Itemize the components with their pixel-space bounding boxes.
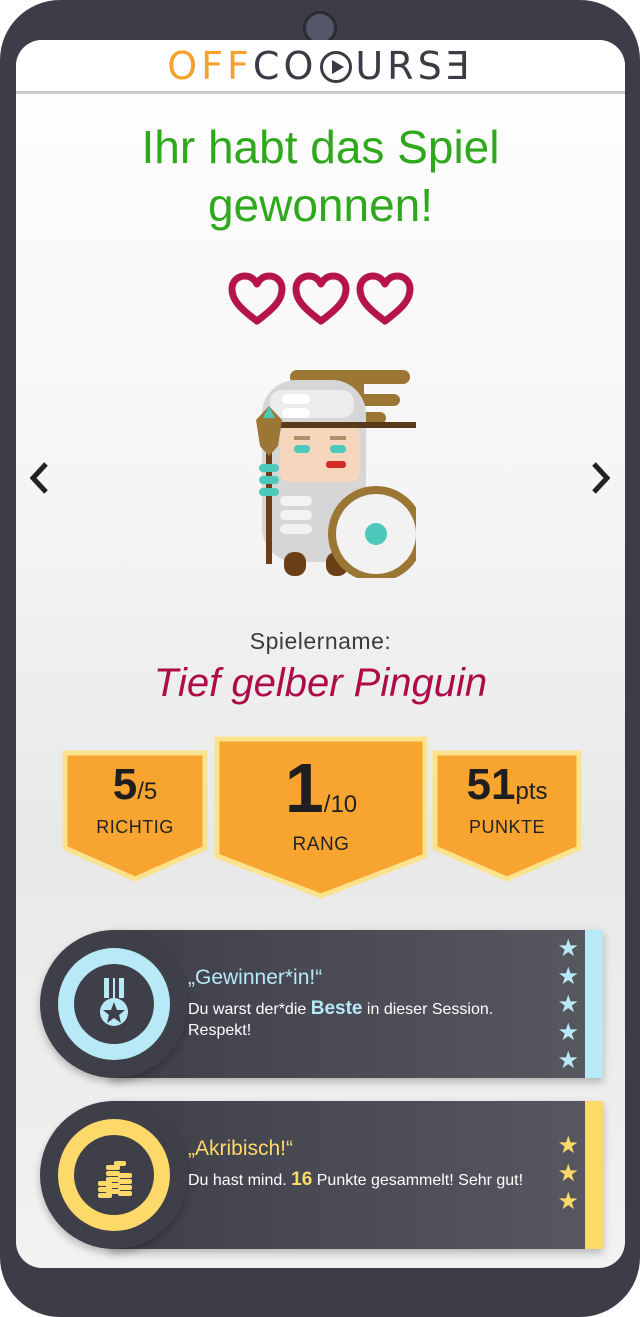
star-icon: ★ (557, 1187, 579, 1215)
result-title-line1: Ihr habt das Spiel (141, 121, 500, 173)
star-icon: ★ (557, 1131, 579, 1159)
points-unit: pts (515, 778, 548, 805)
lives-hearts (228, 272, 414, 326)
medal-icon (100, 978, 128, 1026)
badge-stars: ★ ★ ★ ★ ★ (557, 934, 579, 1074)
offcourse-logo: OFF C O URSƎ (167, 43, 474, 88)
correct-label: RICHTIG (96, 817, 174, 837)
logo-course-text: URSƎ (355, 43, 474, 88)
stat-points: 51pts PUNKTE (432, 750, 582, 882)
player-name-label: Spielername: (249, 628, 392, 654)
correct-value: 5 (112, 760, 138, 809)
logo-off-text: OFF (167, 43, 253, 88)
chevron-right-icon[interactable] (586, 458, 616, 498)
badge-description: Du warst der*die Beste in dieser Session… (188, 998, 494, 1039)
badge-description: Du hast mind. 16 Punkte gesammelt! Sehr … (188, 1169, 524, 1190)
points-value: 51 (466, 760, 516, 809)
badge-stars: ★ ★ ★ (557, 1131, 579, 1215)
coins-icon (98, 1161, 132, 1198)
app-header: OFF C O URSƎ (16, 40, 625, 94)
heart-icon (228, 272, 286, 325)
correct-total: /5 (137, 778, 158, 805)
star-icon: ★ (557, 990, 579, 1018)
badge-title: „Gewinner*in!“ (188, 966, 323, 989)
chevron-left-icon[interactable] (24, 458, 54, 498)
result-title-line2: gewonnen! (207, 179, 434, 231)
rank-total: /10 (323, 791, 358, 818)
player-avatar (256, 370, 416, 578)
badge-highlight: 16 (291, 1169, 313, 1190)
star-icon: ★ (557, 934, 579, 962)
screen: OFF C O URSƎ Ihr habt das Spiel gewonnen… (16, 40, 625, 1268)
badge-winner: „Gewinner*in!“ Du warst der*die Beste in… (40, 930, 603, 1078)
stat-rank: 1/10 RANG (214, 736, 428, 900)
star-icon: ★ (557, 1159, 579, 1187)
stat-correct: 5/5 RICHTIG (62, 750, 208, 882)
badge-meticulous: „Akribisch!“ Du hast mind. 16 Punkte ges… (40, 1101, 603, 1249)
rank-label: RANG (292, 834, 350, 855)
badge-highlight: Beste (310, 998, 363, 1019)
heart-icon (292, 272, 350, 325)
phone-frame: OFF C O URSƎ Ihr habt das Spiel gewonnen… (0, 0, 640, 1317)
heart-icon (356, 272, 414, 325)
star-icon: ★ (557, 1018, 579, 1046)
play-icon (320, 50, 353, 83)
rank-value: 1 (284, 749, 324, 827)
player-name: Tief gelber Pinguin (153, 661, 488, 705)
star-icon: ★ (557, 1046, 579, 1074)
points-label: PUNKTE (468, 817, 545, 837)
badge-title: „Akribisch!“ (188, 1137, 294, 1160)
star-icon: ★ (557, 962, 579, 990)
result-title: Ihr habt das Spiel gewonnen! (16, 118, 625, 234)
logo-c-text: C (252, 43, 284, 88)
